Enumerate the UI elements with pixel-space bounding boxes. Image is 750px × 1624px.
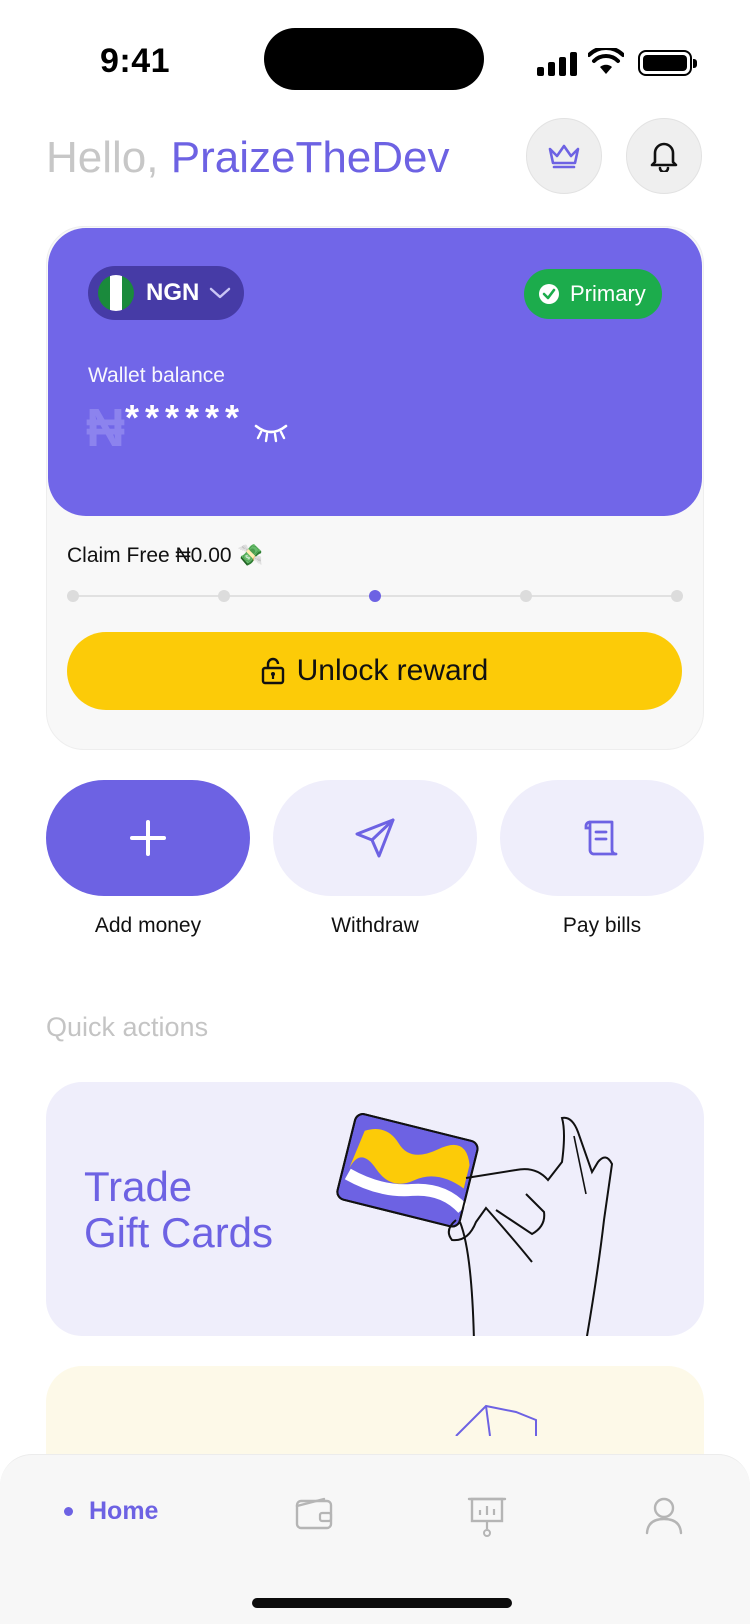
active-dot-icon <box>64 1507 73 1516</box>
add-money-button[interactable] <box>46 780 250 896</box>
bell-icon <box>650 142 678 172</box>
presentation-chart-icon[interactable] <box>467 1495 507 1539</box>
unlock-reward-button[interactable]: Unlock reward <box>67 632 682 710</box>
chevron-down-icon <box>210 287 231 299</box>
progress-step <box>67 590 79 602</box>
wallet-card: NGN Primary Wallet balance ₦ ****** <box>48 228 702 516</box>
profile-icon[interactable] <box>644 1495 684 1535</box>
check-circle-icon <box>539 284 559 304</box>
status-time: 9:41 <box>100 42 171 80</box>
user-name: PraizeTheDev <box>170 133 450 182</box>
plus-icon <box>130 820 166 856</box>
quick-actions-title: Quick actions <box>46 1012 209 1042</box>
rewards-button[interactable] <box>526 118 602 194</box>
gift-card-title: Trade Gift Cards <box>84 1164 273 1256</box>
eye-closed-icon[interactable] <box>253 422 289 444</box>
claim-free-text: Claim Free ₦0.00 💸 <box>67 544 264 567</box>
primary-badge-label: Primary <box>570 281 646 306</box>
send-icon <box>355 818 395 858</box>
greeting: Hello, PraizeTheDev <box>46 128 450 188</box>
greeting-prefix: Hello, <box>46 133 159 182</box>
currency-selector[interactable]: NGN <box>88 266 244 320</box>
trade-gift-cards-banner[interactable]: Trade Gift Cards <box>46 1082 704 1336</box>
gift-card-title-line2: Gift Cards <box>84 1209 274 1256</box>
primary-badge: Primary <box>524 269 662 319</box>
pay-bills-button[interactable] <box>500 780 704 896</box>
notifications-button[interactable] <box>626 118 702 194</box>
currency-code: NGN <box>146 279 200 306</box>
unlock-icon <box>261 657 284 685</box>
progress-step <box>218 590 230 602</box>
progress-step-active <box>369 590 381 602</box>
cellular-signal-icon <box>537 52 577 76</box>
progress-step <box>671 590 683 602</box>
nav-item-home[interactable]: Home <box>64 1497 158 1526</box>
withdraw-label: Withdraw <box>331 914 419 937</box>
naira-symbol: ₦ <box>86 398 125 458</box>
dynamic-island <box>264 28 484 90</box>
wallet-balance: ₦ ****** <box>86 400 289 456</box>
add-money-label: Add money <box>94 914 202 937</box>
unlock-reward-label: Unlock reward <box>296 654 489 687</box>
wifi-icon <box>588 48 624 74</box>
hand-holding-card-illustration <box>336 1113 614 1336</box>
receipt-icon <box>584 820 618 856</box>
wallet-balance-label: Wallet balance <box>88 364 225 387</box>
nav-home-label: Home <box>89 1497 159 1525</box>
progress-step <box>520 590 532 602</box>
nigeria-flag-icon <box>98 275 134 311</box>
gift-card-title-line1: Trade <box>84 1163 193 1210</box>
banner-illustration <box>455 1404 537 1436</box>
home-indicator <box>252 1598 512 1608</box>
status-bar: 9:41 <box>0 0 750 120</box>
crown-icon <box>548 144 580 169</box>
wallet-icon[interactable] <box>294 1495 334 1531</box>
masked-balance: ****** <box>125 397 246 438</box>
withdraw-button[interactable] <box>273 780 477 896</box>
battery-icon <box>638 50 697 76</box>
pay-bills-label: Pay bills <box>562 914 642 937</box>
